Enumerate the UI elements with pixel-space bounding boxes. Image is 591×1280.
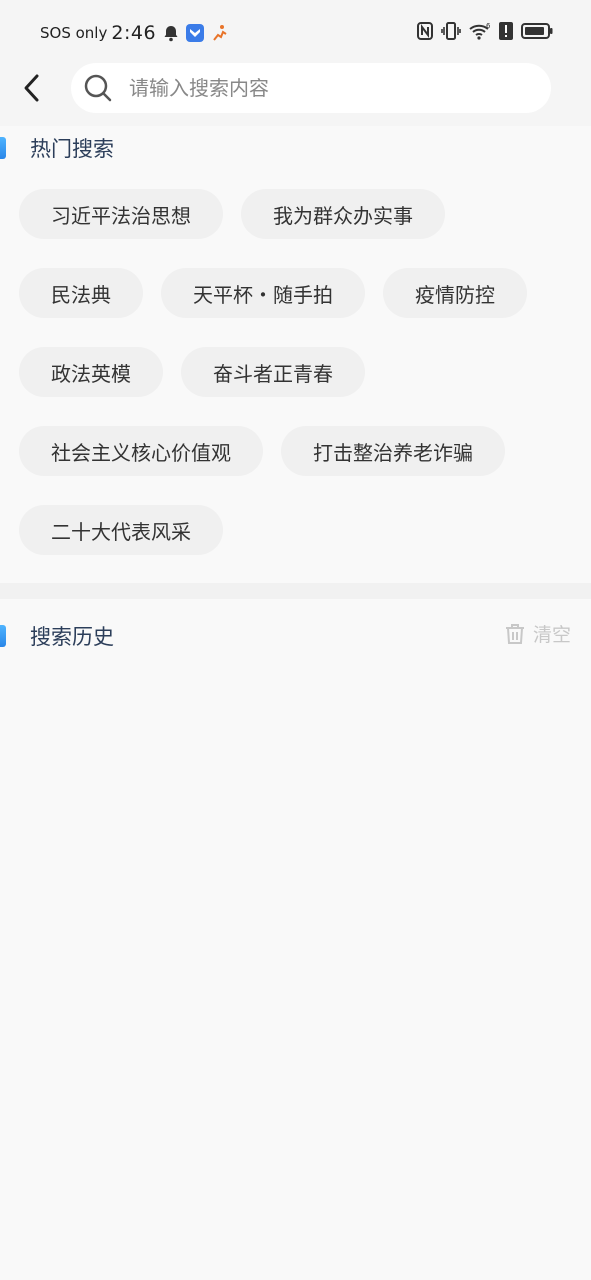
search-input[interactable] <box>127 75 511 101</box>
clear-history-button[interactable]: 清空 <box>505 620 571 647</box>
status-bar: SOS only 2:46 6 <box>0 0 591 66</box>
search-history-title: 搜索历史 <box>30 625 114 649</box>
tag-row: 二十大代表风采 <box>19 505 579 555</box>
clear-history-label: 清空 <box>532 624 571 646</box>
hot-search-tags: 习近平法治思想 我为群众办实事 民法典 天平杯・随手拍 疫情防控 政法英模 奋斗… <box>19 189 579 584</box>
hot-search-title: 热门搜索 <box>30 137 114 161</box>
tag-row: 政法英模 奋斗者正青春 <box>19 347 579 397</box>
trash-icon <box>505 623 525 645</box>
tag-row: 民法典 天平杯・随手拍 疫情防控 <box>19 268 579 318</box>
search-history-header: 搜索历史 <box>0 621 114 651</box>
carrier-text: SOS only <box>40 24 108 42</box>
hot-tag[interactable]: 民法典 <box>19 268 143 318</box>
search-box[interactable] <box>71 63 551 113</box>
back-button[interactable] <box>14 68 50 108</box>
tag-row: 习近平法治思想 我为群众办实事 <box>19 189 579 239</box>
clock-text: 2:46 <box>111 22 157 44</box>
accent-bar <box>0 625 6 647</box>
hot-tag[interactable]: 奋斗者正青春 <box>181 347 365 397</box>
runner-icon <box>211 24 229 42</box>
hot-tag[interactable]: 社会主义核心价值观 <box>19 426 263 476</box>
search-header <box>0 63 591 126</box>
hot-tag[interactable]: 我为群众办实事 <box>241 189 445 239</box>
nfc-icon <box>417 22 433 44</box>
hot-tag[interactable]: 天平杯・随手拍 <box>161 268 365 318</box>
hot-tag[interactable]: 习近平法治思想 <box>19 189 223 239</box>
bell-icon <box>163 25 179 42</box>
battery-icon <box>521 22 553 44</box>
hot-tag[interactable]: 二十大代表风采 <box>19 505 223 555</box>
back-arrow-icon <box>24 74 39 102</box>
hot-tag[interactable]: 打击整治养老诈骗 <box>281 426 505 476</box>
hot-tag[interactable]: 政法英模 <box>19 347 163 397</box>
svg-text:6: 6 <box>486 22 491 30</box>
app-notification-icon <box>186 24 205 42</box>
hot-search-header: 热门搜索 <box>0 133 114 163</box>
search-icon <box>83 73 113 103</box>
wifi-icon: 6 <box>469 22 491 44</box>
vibrate-icon <box>441 22 461 44</box>
section-divider <box>0 583 591 599</box>
accent-bar <box>0 137 6 159</box>
hot-tag[interactable]: 疫情防控 <box>383 268 527 318</box>
tag-row: 社会主义核心价值观 打击整治养老诈骗 <box>19 426 579 476</box>
alert-icon <box>499 22 513 44</box>
